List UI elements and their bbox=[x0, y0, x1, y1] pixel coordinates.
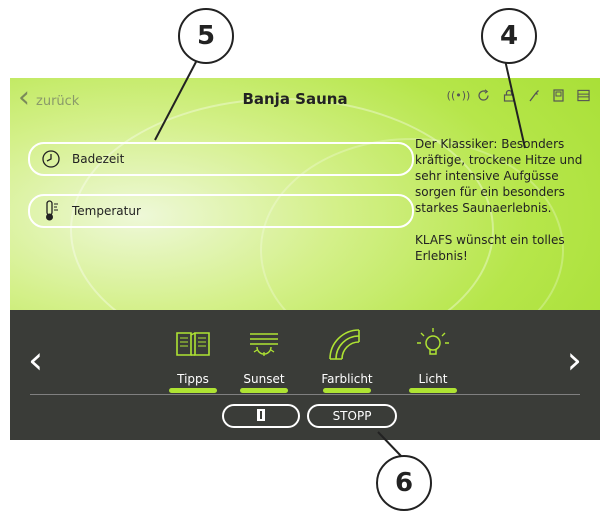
callout-6: 6 bbox=[376, 455, 432, 511]
sunset-icon bbox=[224, 324, 304, 364]
refresh-icon[interactable] bbox=[477, 88, 490, 102]
badezeit-label: Badezeit bbox=[72, 152, 125, 166]
device-icon[interactable] bbox=[552, 88, 565, 102]
book-icon bbox=[153, 324, 233, 364]
status-icons: ((•)) bbox=[447, 88, 590, 102]
description-closing: KLAFS wünscht ein tolles Erlebnis! bbox=[415, 233, 565, 263]
door-button[interactable] bbox=[222, 404, 300, 428]
sunset-button[interactable]: Sunset bbox=[224, 324, 304, 393]
clock-icon bbox=[40, 148, 62, 170]
temperatur-label: Temperatur bbox=[72, 204, 141, 218]
temperatur-field[interactable]: Temperatur bbox=[28, 194, 414, 228]
back-button[interactable]: ‹ zurück bbox=[18, 80, 80, 115]
prev-arrow-icon[interactable]: ‹ bbox=[28, 340, 43, 380]
sunset-label: Sunset bbox=[243, 372, 285, 386]
stop-button[interactable]: STOPP bbox=[307, 404, 397, 428]
rainbow-icon bbox=[307, 324, 387, 364]
description-text: Der Klassiker: Besonders kräftige, trock… bbox=[415, 137, 583, 215]
licht-button[interactable]: Licht bbox=[393, 324, 473, 393]
sauna-screen: ‹ zurück Banja Sauna ((•)) Badezeit Temp… bbox=[10, 78, 600, 440]
tipps-underline bbox=[169, 388, 217, 393]
door-icon bbox=[256, 407, 266, 426]
chevron-left-icon: ‹ bbox=[18, 80, 30, 115]
sauna-description: Der Klassiker: Besonders kräftige, trock… bbox=[415, 136, 595, 280]
tipps-label: Tipps bbox=[177, 372, 209, 386]
licht-label: Licht bbox=[418, 372, 448, 386]
bulb-icon bbox=[393, 324, 473, 364]
signal-icon[interactable]: ((•)) bbox=[447, 88, 471, 102]
farblicht-button[interactable]: Farblicht bbox=[307, 324, 387, 393]
licht-underline bbox=[409, 388, 457, 393]
callout-5: 5 bbox=[178, 8, 234, 64]
callout-4: 4 bbox=[481, 8, 537, 64]
thermometer-icon bbox=[40, 200, 62, 222]
farblicht-label: Farblicht bbox=[321, 372, 373, 386]
tool-icon[interactable] bbox=[527, 88, 540, 102]
control-bar: ‹ › Tipps Sunset Farblicht Licht STOPP bbox=[10, 310, 600, 440]
farblicht-underline bbox=[323, 388, 371, 393]
bed-icon[interactable] bbox=[577, 88, 590, 102]
lock-icon[interactable] bbox=[502, 88, 515, 102]
bar-divider bbox=[30, 394, 580, 395]
tipps-button[interactable]: Tipps bbox=[153, 324, 233, 393]
back-label: zurück bbox=[36, 93, 80, 109]
badezeit-field[interactable]: Badezeit bbox=[28, 142, 414, 176]
next-arrow-icon[interactable]: › bbox=[567, 340, 582, 380]
sunset-underline bbox=[240, 388, 288, 393]
page-title: Banja Sauna bbox=[242, 90, 348, 108]
